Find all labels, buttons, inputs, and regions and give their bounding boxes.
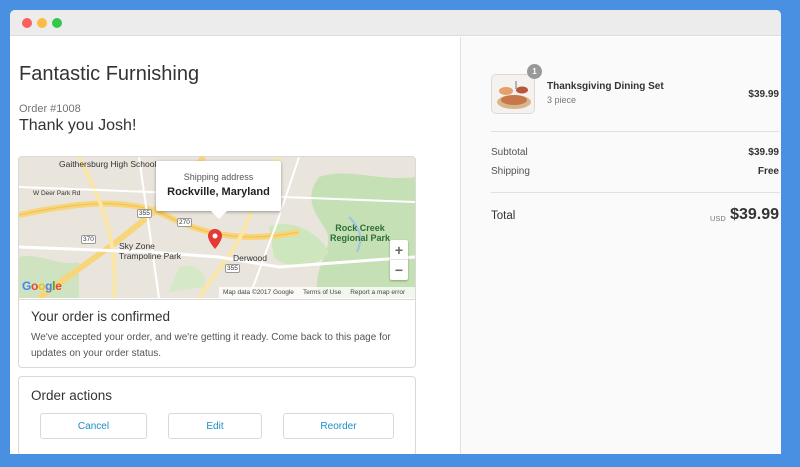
highway-shield: 370	[81, 235, 96, 244]
order-number: Order #1008	[19, 103, 81, 115]
order-actions-card: Order actions Cancel Edit Reorder	[18, 376, 416, 454]
maximize-window-button[interactable]	[52, 18, 62, 28]
total-value: $39.99	[730, 206, 779, 223]
highway-shield: 270	[177, 218, 192, 227]
map-footer: Map data ©2017 Google Terms of Use Repor…	[219, 287, 415, 298]
order-confirmed-section: Your order is confirmed We've accepted y…	[19, 299, 415, 367]
terms-of-use-link[interactable]: Terms of Use	[303, 289, 341, 296]
map-label-sky-zone: Sky Zone Trampoline Park	[119, 241, 182, 261]
subtotal-value: $39.99	[748, 147, 779, 158]
shipping-value: Free	[757, 166, 779, 177]
edit-button[interactable]: Edit	[168, 413, 262, 439]
google-logo[interactable]: Google	[22, 279, 62, 293]
map-label-gaithersburg: Gaithersburg High School	[59, 159, 157, 169]
order-actions-title: Order actions	[31, 388, 113, 403]
order-status-panel: Fantastic Furnishing Order #1008 Thank y…	[10, 37, 460, 454]
product-name: Thanksgiving Dining Set	[547, 81, 664, 92]
product-variant: 3 piece	[547, 95, 577, 105]
subtotal-label: Subtotal	[491, 147, 528, 158]
minimize-window-button[interactable]	[37, 18, 47, 28]
divider	[491, 192, 780, 193]
shop-name[interactable]: Fantastic Furnishing	[19, 63, 199, 86]
window-titlebar	[10, 10, 781, 36]
divider	[491, 131, 780, 132]
product-price: $39.99	[748, 89, 779, 100]
shipping-address-tooltip: Shipping address Rockville, Maryland	[156, 161, 281, 219]
order-summary-panel: 1 Thanksgiving Dining Set 3 piece $39.99…	[460, 37, 781, 454]
browser-window: Fantastic Furnishing Order #1008 Thank y…	[10, 10, 781, 454]
map-zoom-controls: + −	[390, 240, 408, 280]
dining-set-image	[492, 75, 534, 113]
confirmation-text: We've accepted your order, and we're get…	[31, 332, 391, 359]
location-pin-icon[interactable]	[208, 229, 222, 249]
thank-you-heading: Thank you Josh!	[19, 117, 137, 134]
reorder-button[interactable]: Reorder	[283, 413, 394, 439]
map-data-attribution: Map data ©2017 Google	[223, 289, 294, 296]
quantity-badge: 1	[527, 64, 542, 79]
map-label-derwood: Derwood	[233, 253, 268, 263]
zoom-in-button[interactable]: +	[390, 240, 408, 260]
highway-shield: 355	[225, 264, 240, 273]
total-label: Total	[491, 210, 516, 222]
shipping-address: Rockville, Maryland	[167, 186, 270, 198]
highway-shield: 355	[137, 209, 152, 218]
tooltip-tail	[211, 211, 227, 219]
map-label-rock-creek: Rock Creek Regional Park	[329, 223, 391, 243]
map-label-deer-park: W Deer Park Rd	[33, 190, 81, 197]
currency-code: USD	[710, 214, 726, 223]
shipping-label: Shipping	[491, 166, 530, 177]
shipping-map[interactable]: Gaithersburg High School W Deer Park Rd …	[19, 157, 415, 298]
report-map-error-link[interactable]: Report a map error	[350, 289, 405, 296]
product-thumbnail	[491, 74, 535, 114]
tooltip-label: Shipping address	[183, 172, 254, 182]
zoom-out-button[interactable]: −	[390, 260, 408, 280]
cancel-button[interactable]: Cancel	[40, 413, 147, 439]
close-window-button[interactable]	[22, 18, 32, 28]
confirmation-title: Your order is confirmed	[31, 309, 171, 324]
order-status-card: Gaithersburg High School W Deer Park Rd …	[18, 156, 416, 368]
